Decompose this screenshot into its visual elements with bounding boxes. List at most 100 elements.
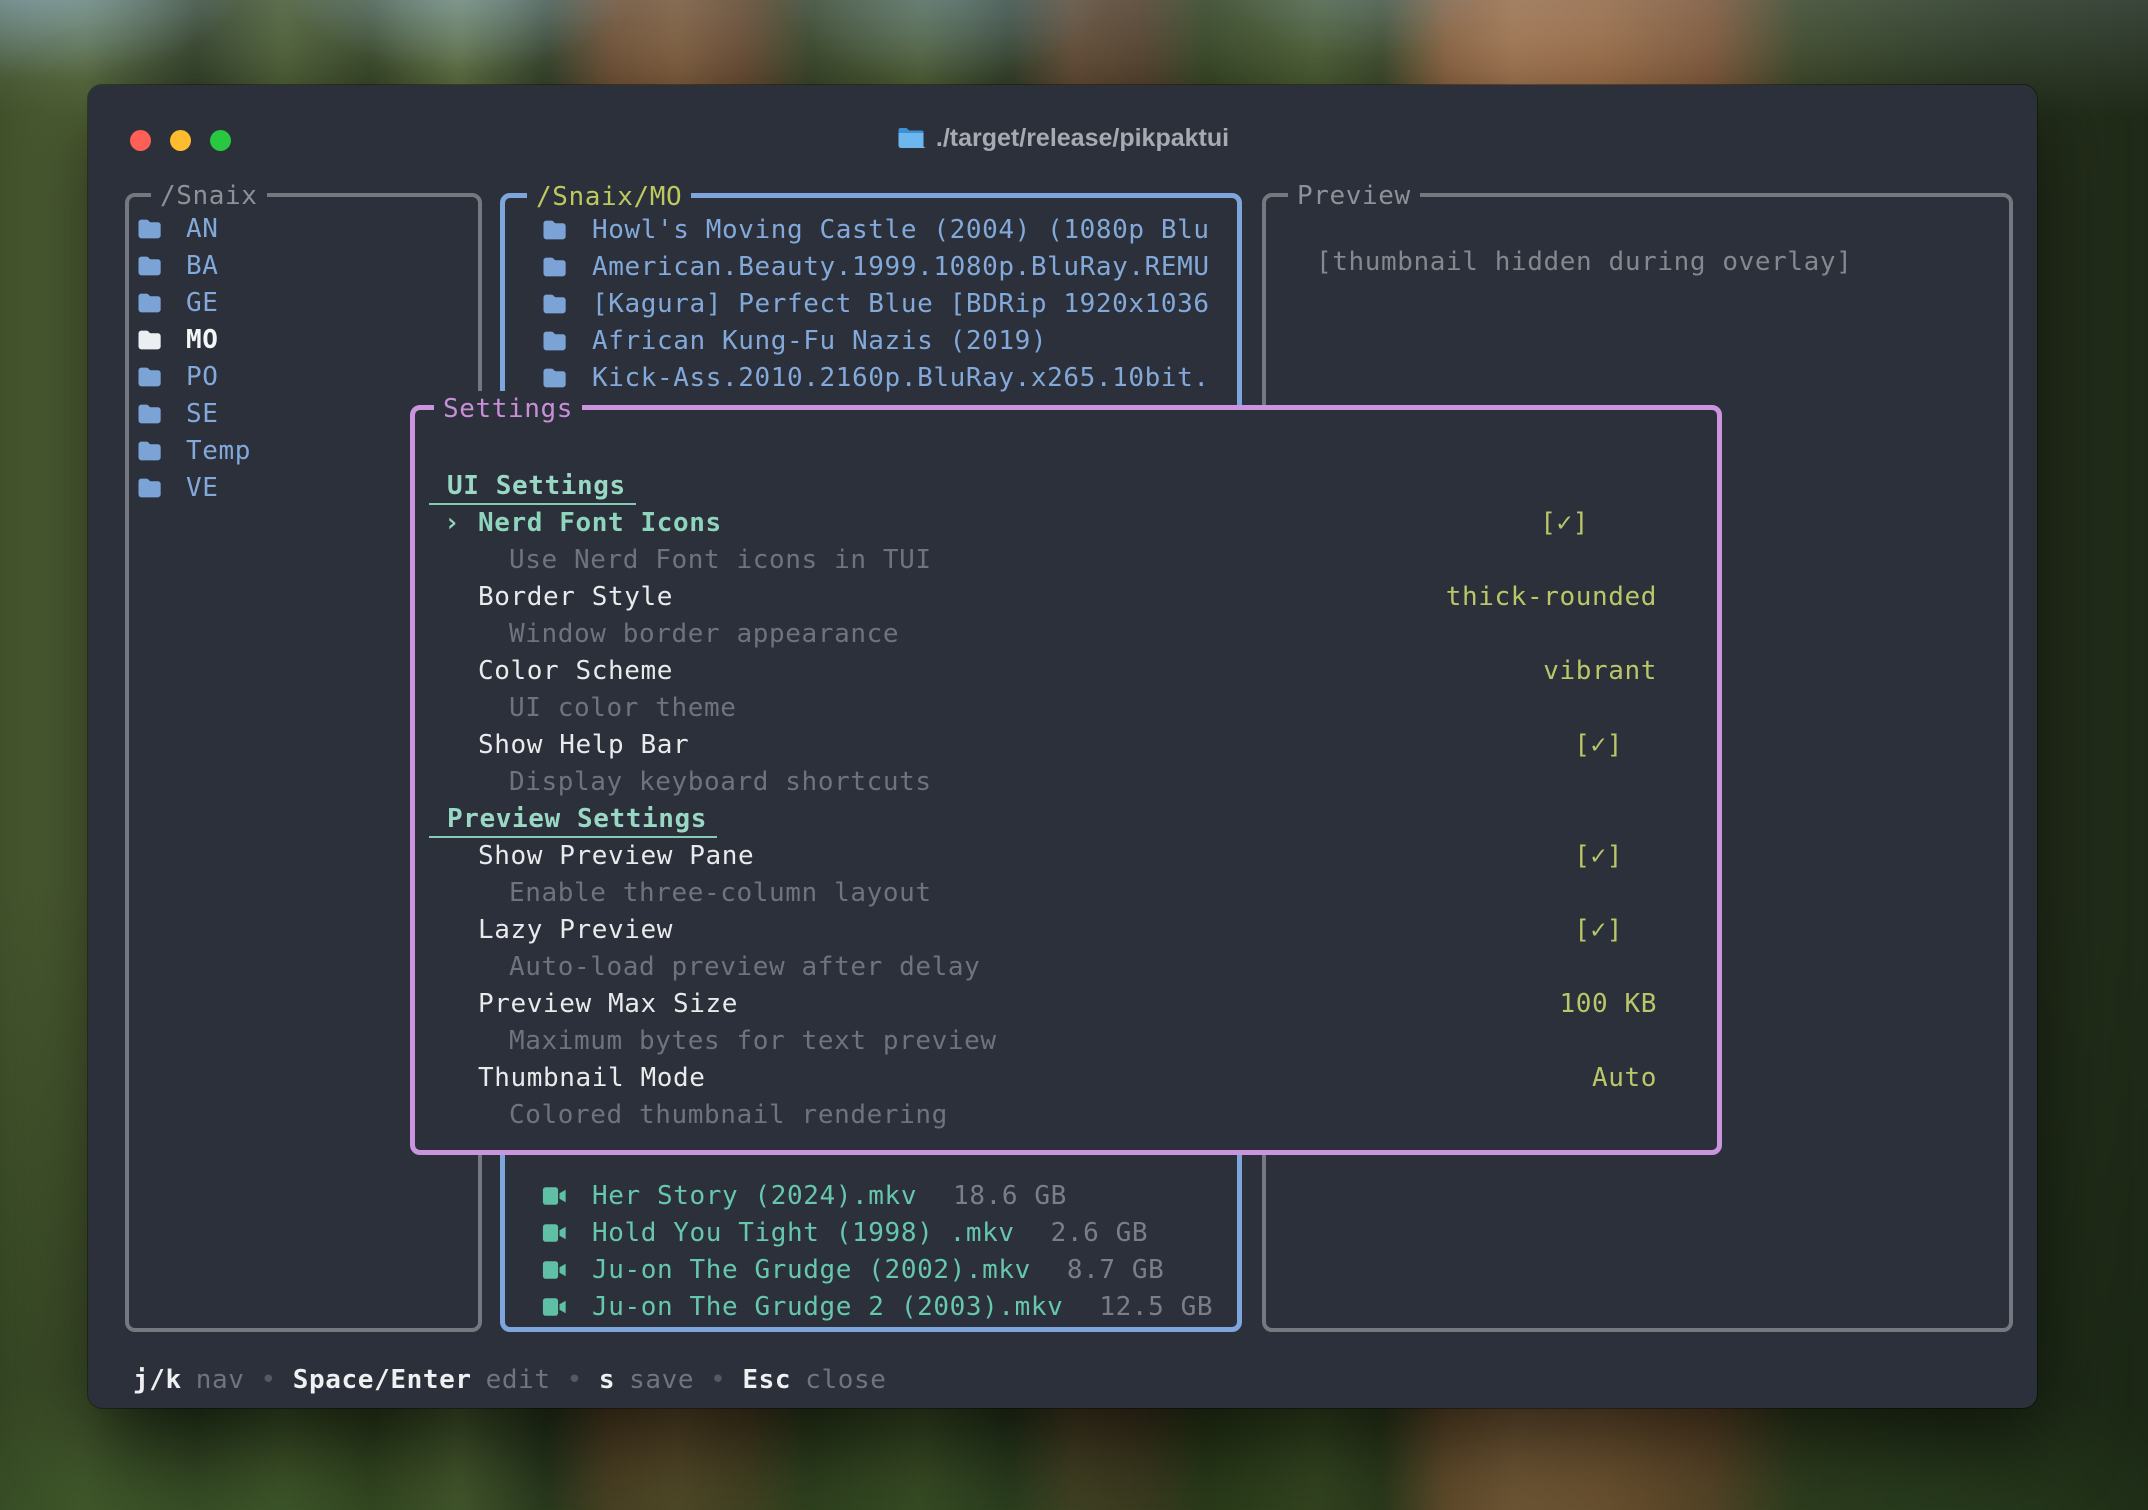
setting-value[interactable]: vibrant (1543, 653, 1657, 690)
window-title: ./target/release/pikpaktui (88, 123, 2037, 153)
sidebar-item-label: Temp (186, 436, 251, 466)
setting-thumbnail-mode[interactable]: Thumbnail ModeAuto (429, 1060, 1657, 1097)
setting-value[interactable]: 100 KB (1559, 986, 1657, 1023)
file-row[interactable]: American.Beauty.1999.1080p.BluRay.REMU (505, 248, 1237, 285)
help-separator: • (261, 1365, 277, 1395)
help-separator: • (567, 1365, 583, 1395)
preview-panel-title: Preview (1288, 178, 1420, 215)
checkbox-checked[interactable]: [✓] (1574, 838, 1623, 875)
folder-icon (540, 216, 568, 244)
video-name: Hold You Tight (1998) .mkv (592, 1218, 1015, 1248)
video-icon (540, 1219, 568, 1247)
help-key-edit: Space/Enter (293, 1365, 472, 1395)
video-icon (540, 1182, 568, 1210)
sidebar-item-ba[interactable]: BA (129, 247, 478, 284)
setting-value[interactable]: Auto (1592, 1060, 1657, 1097)
video-row[interactable]: Ju-on The Grudge (2002).mkv 8.7 GB (505, 1251, 1237, 1288)
setting-description: Enable three-column layout (429, 875, 1657, 912)
titlebar[interactable]: ./target/release/pikpaktui (88, 85, 2037, 161)
video-icon (540, 1256, 568, 1284)
video-size: 8.7 GB (1067, 1255, 1165, 1285)
help-bar: j/k nav • Space/Enter edit • ssave • Esc close (133, 1362, 886, 1399)
setting-description: UI color theme (429, 690, 1657, 727)
setting-show-preview-pane[interactable]: Show Preview Pane[✓] (429, 838, 1657, 875)
sidebar-panel-title: /Snaix (151, 178, 267, 215)
video-name: Ju-on The Grudge (2002).mkv (592, 1255, 1031, 1285)
video-name: Ju-on The Grudge 2 (2003).mkv (592, 1292, 1063, 1322)
folder-icon (135, 363, 163, 391)
checkbox-checked[interactable]: [✓] (1574, 727, 1623, 764)
help-label-edit: edit (486, 1365, 551, 1395)
file-name: Howl's Moving Castle (2004) (1080p Blu (592, 215, 1210, 245)
setting-description: Auto-load preview after delay (429, 949, 1657, 986)
file-name: [Kagura] Perfect Blue [BDRip 1920x1036 (592, 289, 1210, 319)
checkbox-checked[interactable]: [✓] (1540, 505, 1589, 542)
sidebar-item-mo-selected[interactable]: MO (129, 321, 478, 358)
setting-border-style[interactable]: Border Stylethick-rounded (429, 579, 1657, 616)
settings-section-preview: Preview Settings (429, 801, 1657, 838)
video-icon (540, 1293, 568, 1321)
file-name: American.Beauty.1999.1080p.BluRay.REMU (592, 252, 1210, 282)
sidebar-item-label: AN (186, 214, 219, 244)
video-row[interactable]: Ju-on The Grudge 2 (2003).mkv 12.5 GB (505, 1288, 1237, 1325)
terminal-window: ./target/release/pikpaktui /Snaix AN BA … (88, 85, 2037, 1408)
folder-icon (896, 123, 926, 153)
help-key-nav: j/k (133, 1365, 182, 1395)
video-size: 18.6 GB (953, 1181, 1067, 1211)
sidebar-item-ge[interactable]: GE (129, 284, 478, 321)
folder-icon (135, 215, 163, 243)
folder-icon (540, 364, 568, 392)
sidebar-item-label: PO (186, 362, 219, 392)
sidebar-item-label: SE (186, 399, 219, 429)
video-list: Her Story (2024).mkv 18.6 GB Hold You Tig… (505, 1177, 1237, 1325)
video-row[interactable]: Her Story (2024).mkv 18.6 GB (505, 1177, 1237, 1214)
file-name: Kick-Ass.2010.2160p.BluRay.x265.10bit. (592, 363, 1210, 393)
setting-description: Maximum bytes for text preview (429, 1023, 1657, 1060)
help-key-save: s (599, 1365, 615, 1395)
setting-show-help-bar[interactable]: Show Help Bar[✓] (429, 727, 1657, 764)
setting-preview-max-size[interactable]: Preview Max Size100 KB (429, 986, 1657, 1023)
file-row[interactable]: Kick-Ass.2010.2160p.BluRay.x265.10bit. (505, 359, 1237, 396)
sidebar-item-an[interactable]: AN (129, 210, 478, 247)
folder-icon (135, 326, 163, 354)
sidebar-item-label: BA (186, 251, 219, 281)
window-title-text: ./target/release/pikpaktui (936, 124, 1229, 152)
settings-overlay: Settings UI Settings ›Nerd Font Icons[✓]… (410, 405, 1722, 1155)
setting-color-scheme[interactable]: Color Schemevibrant (429, 653, 1657, 690)
selection-cursor: › (444, 505, 478, 542)
setting-description: Display keyboard shortcuts (429, 764, 1657, 801)
help-key-close: Esc (742, 1365, 791, 1395)
file-row[interactable]: [Kagura] Perfect Blue [BDRip 1920x1036 (505, 285, 1237, 322)
settings-list: UI Settings ›Nerd Font Icons[✓] Use Nerd… (415, 410, 1717, 1134)
video-size: 12.5 GB (1099, 1292, 1213, 1322)
setting-lazy-preview[interactable]: Lazy Preview[✓] (429, 912, 1657, 949)
sidebar-item-po[interactable]: PO (129, 358, 478, 395)
file-row[interactable]: African Kung-Fu Nazis (2019) (505, 322, 1237, 359)
help-label-save: save (629, 1365, 694, 1395)
help-label-nav: nav (196, 1365, 245, 1395)
setting-description: Colored thumbnail rendering (429, 1097, 1657, 1134)
setting-nerd-font-icons[interactable]: ›Nerd Font Icons[✓] (429, 505, 1657, 542)
sidebar-item-label: VE (186, 473, 219, 503)
settings-overlay-title: Settings (434, 391, 582, 428)
folder-icon (135, 400, 163, 428)
sidebar-item-label: GE (186, 288, 219, 318)
folder-list: Howl's Moving Castle (2004) (1080p Blu A… (505, 198, 1237, 396)
setting-value[interactable]: thick-rounded (1446, 579, 1657, 616)
help-separator: • (710, 1365, 726, 1395)
file-row[interactable]: Howl's Moving Castle (2004) (1080p Blu (505, 211, 1237, 248)
help-label-close: close (805, 1365, 886, 1395)
folder-icon (540, 253, 568, 281)
sidebar-item-label: MO (186, 325, 219, 355)
settings-section-ui: UI Settings (429, 468, 1657, 505)
checkbox-checked[interactable]: [✓] (1574, 912, 1623, 949)
video-name: Her Story (2024).mkv (592, 1181, 917, 1211)
folder-icon (135, 289, 163, 317)
folder-icon (135, 437, 163, 465)
folder-icon (540, 290, 568, 318)
folder-icon (540, 327, 568, 355)
video-row[interactable]: Hold You Tight (1998) .mkv2.6 GB (505, 1214, 1237, 1251)
file-name: African Kung-Fu Nazis (2019) (592, 326, 1047, 356)
setting-description: Window border appearance (429, 616, 1657, 653)
setting-description: Use Nerd Font icons in TUI (429, 542, 1657, 579)
